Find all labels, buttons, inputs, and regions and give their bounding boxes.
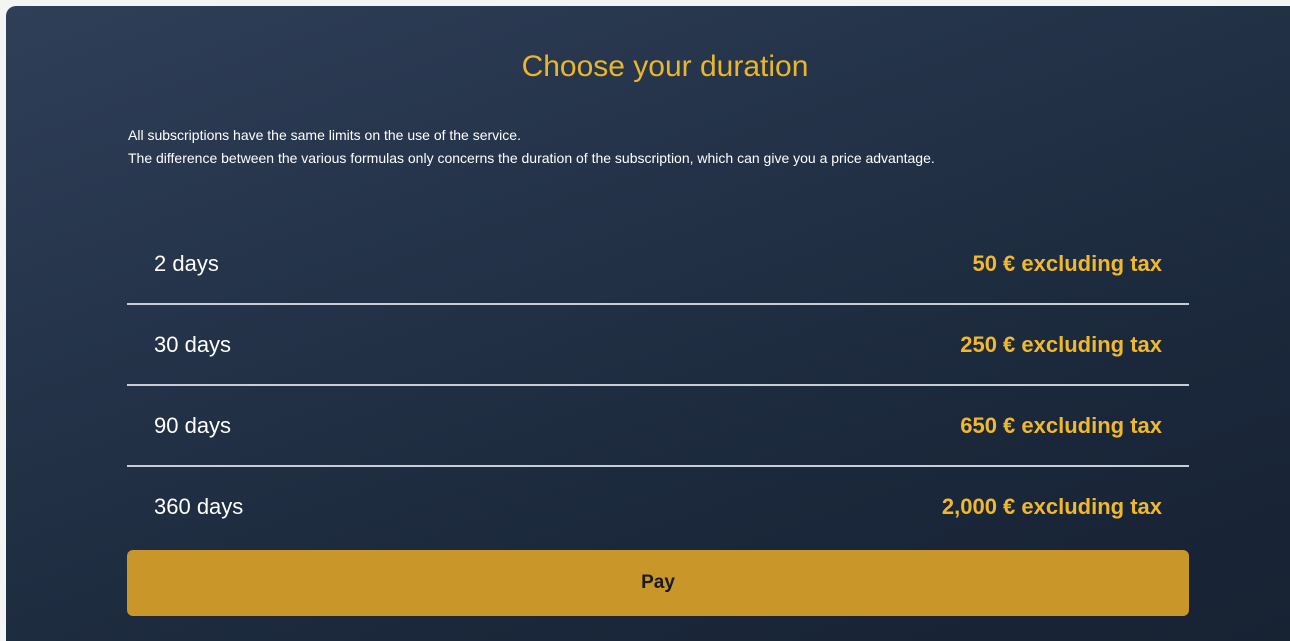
plan-option-360-days[interactable]: 360 days 2,000 € excluding tax xyxy=(127,467,1189,539)
plan-duration: 90 days xyxy=(154,412,232,438)
plan-duration: 360 days xyxy=(154,494,244,519)
plan-option-30-days[interactable]: 30 days 250 € excluding tax xyxy=(127,305,1189,386)
description-line-2: The difference between the various formu… xyxy=(128,150,935,166)
plan-price: 650 € excluding tax xyxy=(960,412,1162,438)
subscription-description: All subscriptions have the same limits o… xyxy=(128,124,1168,170)
duration-panel: Choose your duration All subscriptions h… xyxy=(6,6,1290,641)
plan-price: 250 € excluding tax xyxy=(960,331,1162,357)
plan-duration: 2 days xyxy=(154,250,219,276)
plan-list: 2 days 50 € excluding tax 30 days 250 € … xyxy=(127,224,1189,539)
plan-price: 2,000 € excluding tax xyxy=(941,494,1162,519)
description-line-1: All subscriptions have the same limits o… xyxy=(128,127,521,143)
plan-option-2-days[interactable]: 2 days 50 € excluding tax xyxy=(127,224,1189,305)
plan-duration: 30 days xyxy=(154,331,232,357)
plan-option-90-days[interactable]: 90 days 650 € excluding tax xyxy=(127,386,1189,467)
page-title: Choose your duration xyxy=(521,50,809,83)
plan-price: 50 € excluding tax xyxy=(972,250,1162,276)
pay-button[interactable]: Pay xyxy=(127,550,1189,616)
